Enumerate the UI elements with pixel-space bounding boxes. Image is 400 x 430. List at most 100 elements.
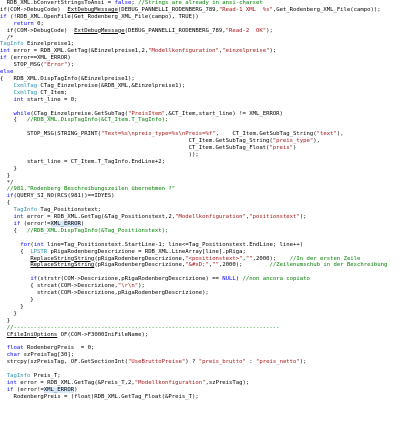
code-token: int [33, 241, 44, 248]
code-token: "<positionstext>" [185, 255, 243, 262]
code-token: ) ? [185, 359, 199, 366]
code-line: { RDB_XML.DispTagInfo(&Einzelpreise1); [0, 76, 400, 83]
code-line: } [0, 166, 400, 173]
code-line: ReplaceStringString(pRigaRodenbergDescri… [0, 256, 400, 263]
code-line: int start_line = 0; [0, 97, 400, 104]
code-line: { LPSTR pRigaRodenbergDescrizione = RDB_… [0, 249, 400, 256]
code-token: szPreisTag[30]; [20, 352, 75, 359]
code-token: char [6, 352, 21, 359]
code-token: ); [269, 48, 277, 55]
code-token: float [6, 345, 24, 352]
code-token: //RDB_XML.DispTagInfo(&CT_Item.T_TagInfo… [26, 117, 169, 124]
code-token: ), [336, 131, 344, 138]
code-token: else [0, 69, 14, 76]
code-line: } [0, 173, 400, 180]
code-token: (DEBUG_PANNELLI_RODENBERG_789, [117, 6, 219, 13]
code-token: 0; [33, 20, 44, 27]
code-token: CTag_Einzelpreise(&RDB_XML,&Einzelpreise… [37, 82, 186, 89]
code-line: if(strstr(COM->Descrizione,pRigaRodenber… [0, 276, 400, 283]
code-token: pRigaRodenbergDescrizione = RDB_XML.Line… [47, 248, 246, 255]
code-line: return 0; [0, 21, 400, 28]
code-token: Tag_Positionstext; [37, 207, 102, 214]
code-token: "preis" [269, 145, 293, 152]
code-line: int error = RDB_XML.GetTag(&Tag_Position… [0, 214, 400, 221]
code-editor[interactable]: RDB_XML.bConvertStringsToAnsi = false; /… [0, 0, 400, 430]
code-line: CT_Item.GetSubTag_String("preis_type"), [0, 138, 400, 145]
code-token: for [20, 241, 31, 248]
code-token: (CTag_Einzelpreise.GetSubTag( [30, 110, 128, 117]
code-token: "Modellkonfiguration" [134, 379, 206, 386]
code-token: { [0, 200, 11, 207]
code-line: int error = RDB_XML.GetTag(&Preis_T,2,"M… [0, 380, 400, 387]
code-token: RodenbergPreis = (float)RDB_XML.GetTag_F… [0, 393, 199, 400]
code-token: "positionstext" [249, 214, 300, 221]
code-line: strcat(COM->Descrizione,pRigaRodenbergDe… [0, 290, 400, 297]
code-line: TagInfo Preis_T; [0, 373, 400, 380]
code-line: CT_Item.GetSubTag_Float("preis") [0, 145, 400, 152]
code-line: if (error!=XML_ERROR) [0, 386, 400, 394]
code-token: OF(COM->F3000IniFileName); [57, 331, 149, 338]
code-line: if (error!=XML_ERROR) [0, 221, 400, 228]
code-line: strcpy(szPreisTag, OF.GetSectionInt("Use… [0, 359, 400, 366]
code-line: else [0, 69, 400, 76]
code-token: ) [74, 386, 78, 393]
code-token: TagInfo [0, 41, 24, 48]
code-token: (error!= [20, 221, 51, 227]
code-line: } [0, 311, 400, 318]
code-token: "UseBruttoPreise" [127, 359, 186, 366]
code-token: } [0, 296, 34, 303]
code-token: ,&CT_Item,start_line) != XML_ERROR) [165, 110, 283, 117]
code-token: : [245, 359, 256, 366]
code-line: for(int line=Tag_Positionstext.StartLine… [0, 242, 400, 249]
code-token: start_line = CT_Item.T_TagInfo.EndLine+2… [0, 158, 166, 165]
code-line: //981,"Rodenberg Beschreibungszeilen übe… [0, 186, 400, 193]
code-token: CT_Item; [37, 89, 68, 96]
code-line: */ [0, 180, 400, 187]
code-line: char szPreisTag[30]; [0, 352, 400, 359]
code-token: //RDB_XML.DispTagInfo(&Tag_Positionstext… [26, 227, 169, 234]
code-token: } [0, 165, 17, 172]
code-token: "Modellkonfiguration" [175, 214, 246, 221]
code-line: } [0, 304, 400, 311]
code-token: TagInfo [6, 372, 31, 379]
code-token: NULL [222, 276, 236, 283]
code-line: RDB_XML.bConvertStringsToAnsi = false; /… [0, 0, 400, 7]
code-token: { [0, 117, 27, 124]
code-token: (error!= [13, 386, 44, 393]
code-token: STOP_MSG( [0, 62, 44, 69]
code-line: TagInfo Tag_Positionstext; [0, 207, 400, 214]
code-token: TagInfo [13, 207, 38, 214]
code-token: if [6, 193, 14, 200]
code-token: (!RDB_XML.OpenFile(Get_Rodenberg_XML_Fil… [6, 13, 199, 20]
code-token: "\r\n" [117, 283, 139, 290]
code-line: STOP_MSG(STRING_PRINT("Text=%s\npreis_ty… [0, 131, 400, 138]
code-line: CxmlTag CTag_Einzelpreise(&RDB_XML,&Einz… [0, 83, 400, 90]
code-token: ExtDebugMessage [67, 6, 118, 13]
code-line: if(QUERY_SI_NO(RCS(981))==IDYES) [0, 193, 400, 200]
code-token: "Read-2 OK" [225, 27, 267, 34]
code-token: { [0, 227, 27, 234]
code-token: "PreisItem" [128, 110, 166, 117]
code-token: "" [245, 255, 253, 262]
code-line: /* [0, 35, 400, 42]
code-token: //Zeilenumschub in der Beschreibung [269, 262, 388, 269]
code-token: "Modellkonfiguration" [148, 48, 219, 55]
code-token: { [0, 248, 31, 255]
code-token: error = RDB_XML.GetTag(&Einzelpreise1,2, [10, 48, 149, 55]
code-line: //--------------------------------------… [0, 325, 400, 332]
code-token: ) [235, 276, 243, 283]
code-line: { //RDB_XML.DispTagInfo(&Tag_Positionste… [0, 228, 400, 235]
code-line: { strcat(COM->Descrizione,"\r\n"); [0, 283, 400, 290]
